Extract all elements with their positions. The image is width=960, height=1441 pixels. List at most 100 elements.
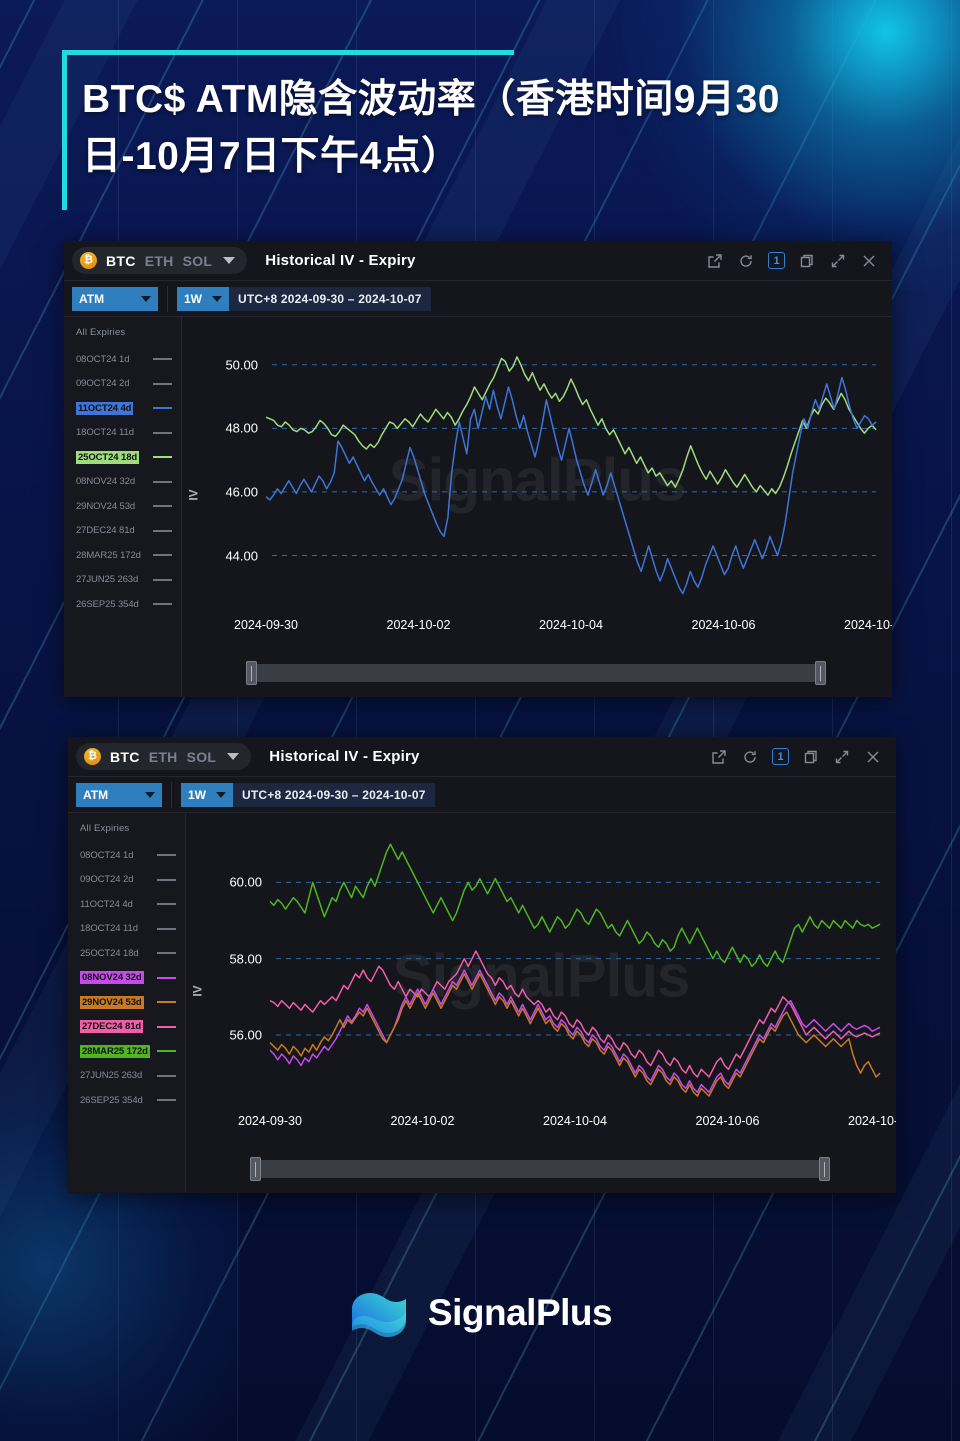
expiry-legend-item[interactable]: 08NOV24 32d	[68, 966, 185, 991]
panel-titlebar: ₿ BTC ETH SOL Historical IV - Expiry 1	[64, 241, 892, 281]
strike-select[interactable]: ATM	[72, 286, 158, 311]
chevron-down-icon	[141, 295, 151, 302]
toolbar-divider	[171, 781, 172, 808]
period-select-value: 1W	[184, 291, 202, 306]
expiry-legend-item[interactable]: 08OCT24 1d	[64, 347, 181, 372]
expiry-legend-item[interactable]: 18OCT24 11d	[68, 917, 185, 942]
period-select[interactable]: 1W	[181, 782, 233, 807]
window-controls: 1	[710, 748, 882, 766]
expiry-color-swatch	[157, 1050, 176, 1053]
asset-tab-btc[interactable]: BTC	[110, 749, 140, 765]
series-line	[270, 844, 880, 966]
expiry-legend-item[interactable]: 29NOV24 53d	[64, 494, 181, 519]
x-axis-tick: 2024-10-02	[390, 1114, 455, 1128]
external-link-icon[interactable]	[710, 748, 728, 766]
expiry-color-swatch	[157, 1001, 176, 1004]
expand-icon[interactable]	[833, 748, 851, 766]
expiry-color-swatch	[157, 1074, 176, 1077]
date-range-label[interactable]: UTC+8 2024-09-30 – 2024-10-07	[233, 782, 435, 807]
asset-selector[interactable]: ₿ BTC ETH SOL	[72, 247, 248, 274]
expiry-label: 25OCT24 18d	[80, 947, 139, 959]
range-slider[interactable]	[246, 661, 826, 685]
x-axis-tick: 2024-10-02	[386, 618, 451, 632]
x-axis-tick: 2024-10-08	[848, 1114, 896, 1128]
panel-title: Historical IV - Expiry	[265, 252, 416, 269]
expiry-legend-item[interactable]: 11OCT24 4d	[68, 892, 185, 917]
asset-tab-eth[interactable]: ETH	[145, 253, 174, 269]
expiry-legend-item[interactable]: 29NOV24 53d	[68, 990, 185, 1015]
expiry-legend-item[interactable]: 25OCT24 18d	[64, 445, 181, 470]
expiry-legend-item[interactable]: 26SEP25 354d	[64, 592, 181, 617]
range-slider[interactable]	[250, 1157, 830, 1181]
refresh-icon[interactable]	[737, 252, 755, 270]
panel-body: All Expiries 08OCT24 1d 09OCT24 2d 11OCT24…	[68, 813, 896, 1192]
y-axis-tick: 44.00	[225, 548, 258, 563]
expiry-legend-item[interactable]: 18OCT24 11d	[64, 421, 181, 446]
expiry-legend-item[interactable]: 28MAR25 172d	[64, 543, 181, 568]
expiry-legend-item[interactable]: 27DEC24 81d	[64, 519, 181, 544]
x-axis-tick: 2024-09-30	[234, 618, 298, 632]
chevron-down-icon[interactable]	[227, 753, 240, 760]
duplicate-icon[interactable]	[798, 252, 816, 270]
strike-select-value: ATM	[83, 787, 109, 802]
expiry-legend-item[interactable]: 09OCT24 2d	[64, 372, 181, 397]
x-axis-tick: 2024-10-04	[543, 1114, 607, 1128]
expiry-color-swatch	[153, 358, 172, 361]
title-accent-left	[62, 50, 67, 210]
asset-tab-sol[interactable]: SOL	[183, 253, 213, 269]
range-slider-handle-left[interactable]	[246, 661, 257, 685]
expiry-legend-item[interactable]: 08NOV24 32d	[64, 470, 181, 495]
strike-select[interactable]: ATM	[76, 782, 162, 807]
asset-selector[interactable]: ₿ BTC ETH SOL	[76, 743, 252, 770]
layout-count-badge[interactable]: 1	[768, 252, 785, 269]
y-axis-tick: 46.00	[225, 484, 258, 500]
asset-tab-sol[interactable]: SOL	[187, 749, 217, 765]
expiry-color-swatch	[153, 603, 172, 606]
range-group: 1W UTC+8 2024-09-30 – 2024-10-07	[177, 286, 431, 311]
range-slider-handle-right[interactable]	[819, 1157, 830, 1181]
expiry-legend-item[interactable]: 27JUN25 263d	[68, 1064, 185, 1089]
expiry-legend-item[interactable]: 27DEC24 81d	[68, 1015, 185, 1040]
expiry-color-swatch	[157, 1025, 176, 1028]
plot-area[interactable]: SignalPlus IV 50.00 48.00 46.00 44.00 2024-0…	[182, 317, 892, 696]
expiry-color-swatch	[157, 976, 176, 979]
x-axis-tick: 2024-10-06	[695, 1114, 760, 1128]
close-icon[interactable]	[864, 748, 882, 766]
asset-tab-eth[interactable]: ETH	[149, 749, 178, 765]
expiry-label: 28MAR25 172d	[80, 1044, 150, 1058]
chevron-down-icon[interactable]	[223, 257, 236, 264]
external-link-icon[interactable]	[706, 252, 724, 270]
expiry-list-header: All Expiries	[80, 823, 130, 834]
expiry-color-swatch	[157, 878, 176, 881]
date-range-label[interactable]: UTC+8 2024-09-30 – 2024-10-07	[229, 286, 431, 311]
expiry-legend-list: All Expiries 08OCT24 1d 09OCT24 2d 11OCT24…	[64, 317, 182, 696]
bitcoin-icon: ₿	[84, 748, 101, 765]
expiry-legend-item[interactable]: 25OCT24 18d	[68, 941, 185, 966]
layout-count-badge[interactable]: 1	[772, 748, 789, 765]
expiry-color-swatch	[153, 480, 172, 483]
expiry-label: 27JUN25 263d	[80, 1070, 143, 1082]
range-slider-handle-right[interactable]	[815, 661, 826, 685]
expiry-legend-item[interactable]: 09OCT24 2d	[68, 868, 185, 893]
y-axis-tick: 50.00	[225, 357, 258, 373]
expiry-legend-item[interactable]: 28MAR25 172d	[68, 1039, 185, 1064]
plot-area[interactable]: SignalPlus IV 60.00 58.00 56.00 2024-09-30 2…	[186, 813, 896, 1192]
range-slider-handle-left[interactable]	[250, 1157, 261, 1181]
expiry-legend-item[interactable]: 27JUN25 263d	[64, 568, 181, 593]
brand-footer: SignalPlus	[0, 1283, 960, 1343]
chart-panel-long-tenor: ₿ BTC ETH SOL Historical IV - Expiry 1 A…	[68, 737, 896, 1193]
close-icon[interactable]	[860, 252, 878, 270]
expiry-legend-item[interactable]: 08OCT24 1d	[68, 843, 185, 868]
asset-tab-btc[interactable]: BTC	[106, 253, 136, 269]
expiry-legend-item[interactable]: 26SEP25 354d	[68, 1088, 185, 1113]
expiry-legend-item[interactable]: 11OCT24 4d	[64, 396, 181, 421]
duplicate-icon[interactable]	[802, 748, 820, 766]
expiry-label: 29NOV24 53d	[76, 500, 136, 512]
expiry-label: 09OCT24 2d	[80, 874, 134, 886]
expiry-label: 11OCT24 4d	[80, 898, 133, 910]
expiry-label: 09OCT24 2d	[76, 378, 130, 390]
refresh-icon[interactable]	[741, 748, 759, 766]
period-select[interactable]: 1W	[177, 286, 229, 311]
expiry-color-swatch	[153, 431, 172, 434]
expand-icon[interactable]	[829, 252, 847, 270]
